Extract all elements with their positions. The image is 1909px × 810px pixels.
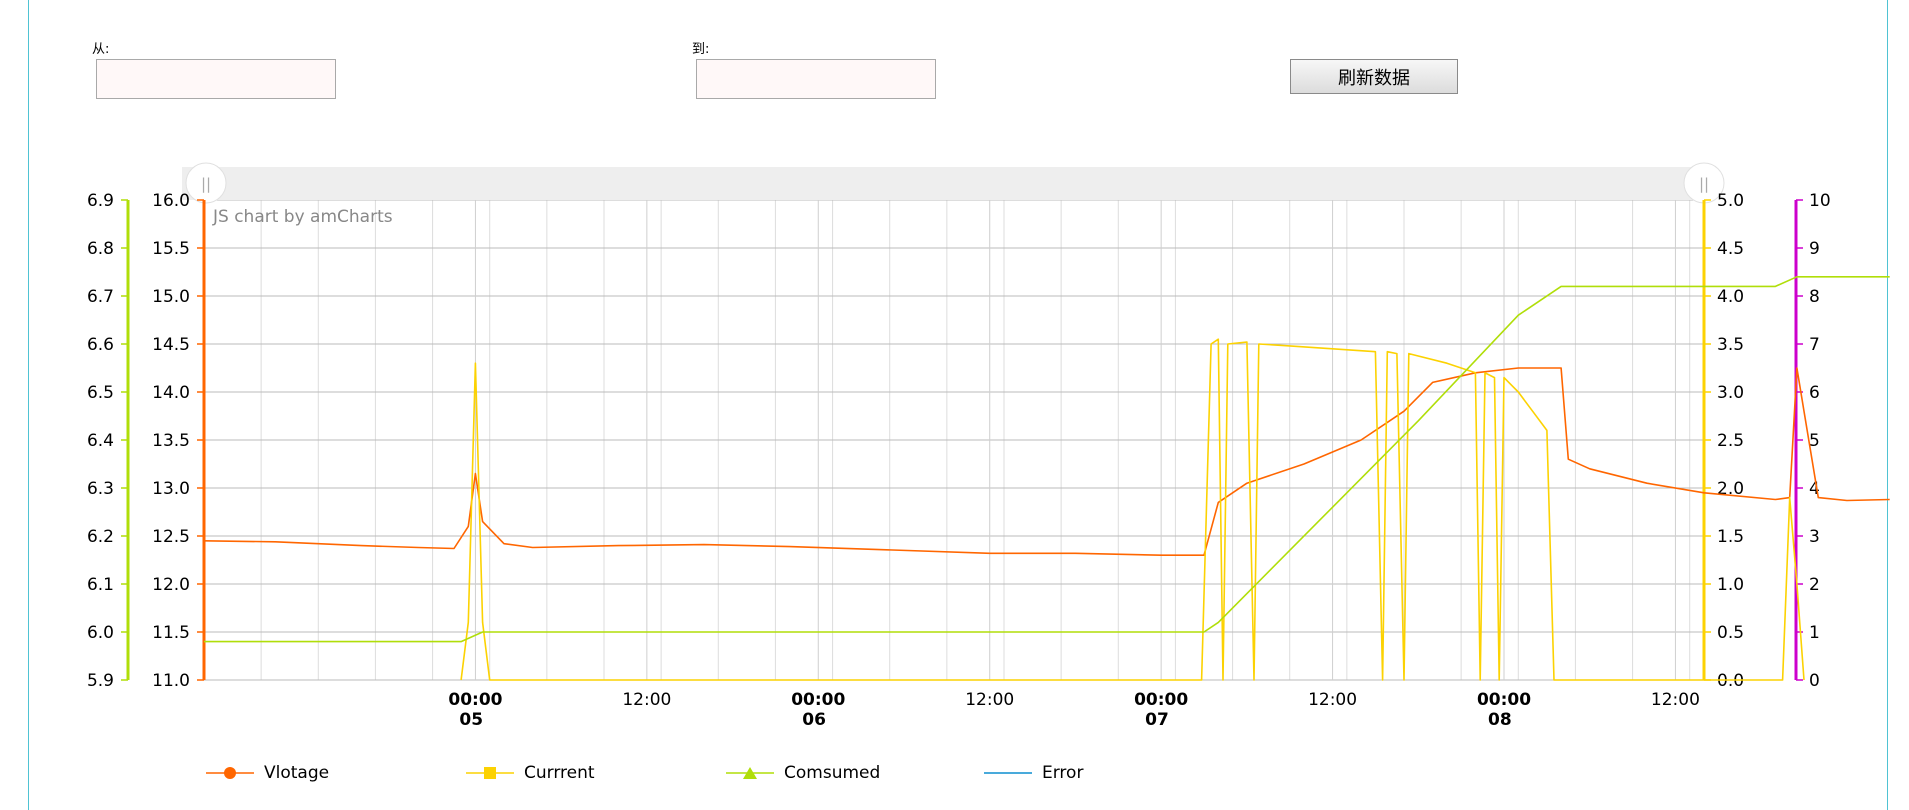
x-tick-label: 12:00 xyxy=(1651,690,1700,710)
axis-tick-label: 6.5 xyxy=(87,383,114,403)
axis-tick-label: 14.5 xyxy=(152,335,190,355)
axis-tick-label: 6.8 xyxy=(87,239,114,259)
axis-current: 0.00.51.01.52.02.53.03.54.04.55.0 xyxy=(1702,191,1744,691)
axis-tick-label: 0.0 xyxy=(1717,671,1744,691)
axis-tick-label: 5.9 xyxy=(87,671,114,691)
axis-tick-label: 8 xyxy=(1809,287,1820,307)
x-tick-label: 12:00 xyxy=(622,690,671,710)
axis-tick-label: 3.0 xyxy=(1717,383,1744,403)
axis-tick-label: 6.9 xyxy=(87,191,114,211)
axis-tick-label: 6.1 xyxy=(87,575,114,595)
axis-tick-label: 3.5 xyxy=(1717,335,1744,355)
scrollbar-track[interactable] xyxy=(182,167,1704,200)
x-tick-label: 00:00 xyxy=(1477,690,1531,710)
axis-tick-label: 11.5 xyxy=(152,623,190,643)
legend-item-consumed[interactable]: Comsumed xyxy=(726,760,880,786)
x-tick-label: 12:00 xyxy=(1308,690,1357,710)
axis-tick-label: 12.0 xyxy=(152,575,190,595)
legend-label: Currrent xyxy=(524,763,595,783)
axis-tick-label: 6.7 xyxy=(87,287,114,307)
axis-tick-label: 5.0 xyxy=(1717,191,1744,211)
axis-tick-label: 6.4 xyxy=(87,431,114,451)
x-tick-sublabel: 08 xyxy=(1488,710,1512,730)
axis-tick-label: 11.0 xyxy=(152,671,190,691)
legend-label: Comsumed xyxy=(784,763,881,783)
series-line-currrent xyxy=(460,338,1805,681)
axis-tick-label: 1.0 xyxy=(1717,575,1744,595)
square-marker-icon xyxy=(466,767,514,779)
chart-axes: 5.96.06.16.26.36.46.56.66.76.86.911.011.… xyxy=(87,191,1831,730)
chart-watermark: JS chart by amCharts xyxy=(212,207,393,227)
x-tick-label: 12:00 xyxy=(965,690,1014,710)
axis-tick-label: 12.5 xyxy=(152,527,190,547)
scrollbar-left-handle[interactable]: || xyxy=(185,162,227,204)
x-tick-sublabel: 07 xyxy=(1145,710,1169,730)
x-tick-sublabel: 05 xyxy=(459,710,483,730)
axis-tick-label: 1 xyxy=(1809,623,1820,643)
axis-tick-label: 6 xyxy=(1809,383,1820,403)
axis-tick-label: 0 xyxy=(1809,671,1820,691)
axis-tick-label: 2 xyxy=(1809,575,1820,595)
axis-tick-label: 14.0 xyxy=(152,383,190,403)
axis-tick-label: 15.5 xyxy=(152,239,190,259)
axis-error: 012345678910 xyxy=(1794,191,1831,691)
axis-tick-label: 13.0 xyxy=(152,479,190,499)
x-tick-label: 00:00 xyxy=(1134,690,1188,710)
axis-consumed: 5.9 6.0 6.1 6.2 6.3 6.4 6.5 6.6 6.7 6.8 6.9 xyxy=(87,191,130,691)
axis-tick-label: 0.5 xyxy=(1717,623,1744,643)
legend-label: Error xyxy=(1042,763,1084,783)
legend-item-current[interactable]: Currrent xyxy=(466,760,595,786)
legend-item-voltage[interactable]: Vlotage xyxy=(206,760,329,786)
axis-tick-label: 7 xyxy=(1809,335,1820,355)
chart-legend: Vlotage Currrent Comsumed Error xyxy=(0,760,1909,790)
axis-tick-label: 2.5 xyxy=(1717,431,1744,451)
x-axis: 00:000512:00 00:000612:00 00:000712:00 00:0… xyxy=(448,690,1700,730)
series-line-comsumed xyxy=(204,275,1890,643)
x-tick-label: 00:00 xyxy=(791,690,845,710)
axis-tick-label: 4.0 xyxy=(1717,287,1744,307)
axis-tick-label: 15.0 xyxy=(152,287,190,307)
legend-item-error[interactable]: Error xyxy=(984,760,1083,786)
axis-tick-label: 6.2 xyxy=(87,527,114,547)
left-handle-grip-icon: || xyxy=(201,175,211,193)
axis-tick-label: 6.0 xyxy=(87,623,114,643)
axis-tick-label: 6.3 xyxy=(87,479,114,499)
axis-tick-label: 1.5 xyxy=(1717,527,1744,547)
axis-tick-label: 16.0 xyxy=(152,191,190,211)
axis-tick-label: 6.6 xyxy=(87,335,114,355)
axis-tick-label: 13.5 xyxy=(152,431,190,451)
chart-series xyxy=(203,275,1890,681)
right-handle-grip-icon: || xyxy=(1699,175,1709,193)
axis-voltage: 11.0 11.5 12.0 12.5 13.0 13.5 14.0 14.5 15.0 15.5… xyxy=(152,191,206,691)
x-tick-sublabel: 06 xyxy=(802,710,826,730)
axis-tick-label: 9 xyxy=(1809,239,1820,259)
chart-scrollbar[interactable]: || || xyxy=(182,162,1725,204)
axis-tick-label: 3 xyxy=(1809,527,1820,547)
triangle-marker-icon xyxy=(726,767,774,779)
circle-marker-icon xyxy=(206,767,254,779)
line-marker-icon xyxy=(984,772,1032,774)
axis-tick-label: 4.5 xyxy=(1717,239,1744,259)
x-tick-label: 00:00 xyxy=(448,690,502,710)
line-chart: || || JS chart by amCharts 5.9 6.0 6.1 6.2 6… xyxy=(87,162,1890,730)
legend-label: Vlotage xyxy=(264,763,330,783)
series-line-vlotage xyxy=(203,367,1890,557)
axis-tick-label: 10 xyxy=(1809,191,1831,211)
